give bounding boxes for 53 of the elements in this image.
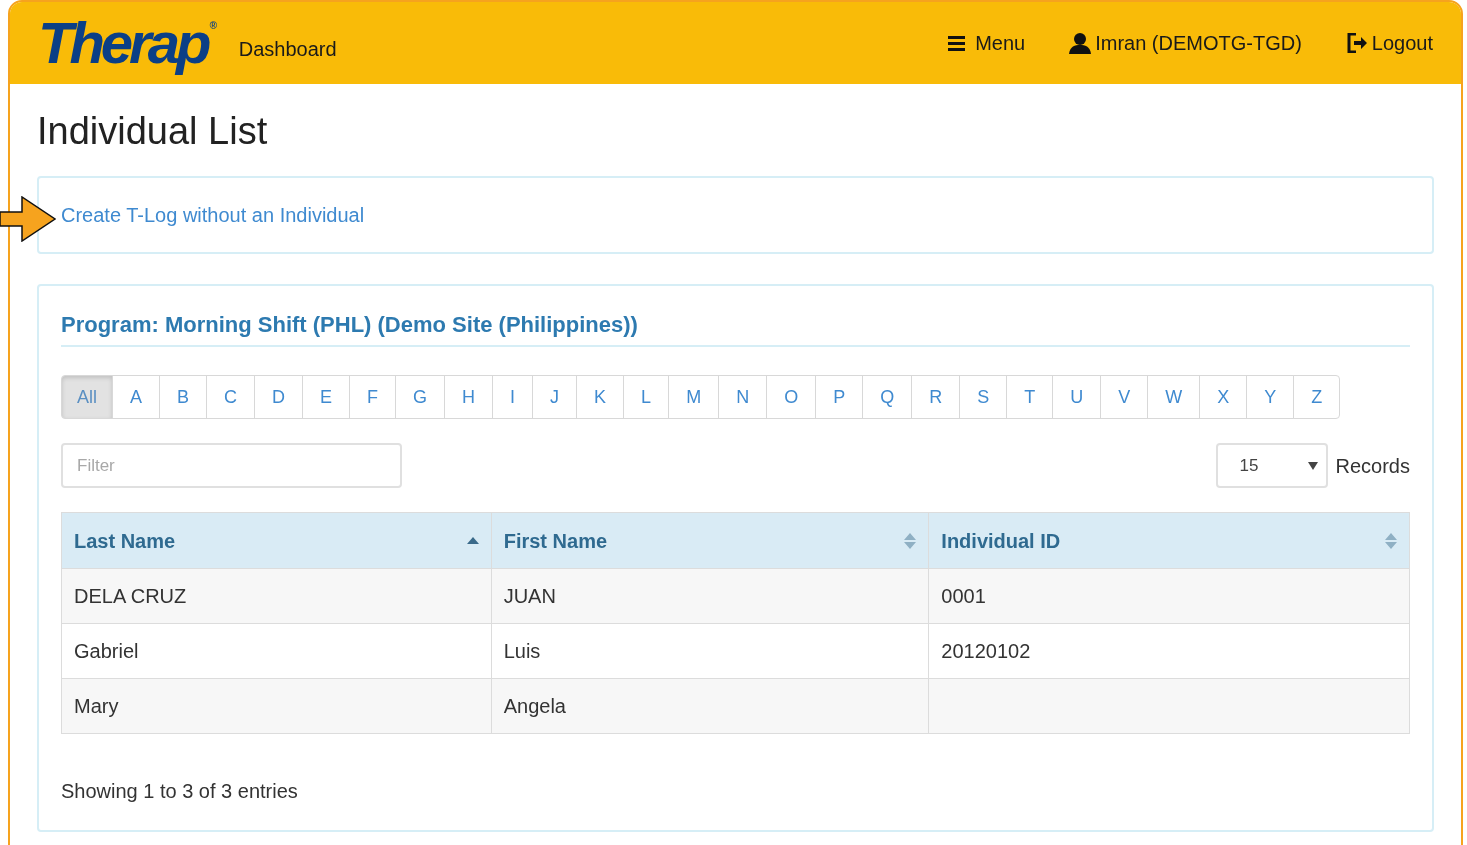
column-header[interactable]: Last Name	[61, 512, 492, 569]
table-cell: JUAN	[503, 585, 556, 607]
letter-filter-button[interactable]: W	[1147, 375, 1201, 419]
dashboard-link[interactable]: Dashboard	[238, 34, 337, 64]
letter-filter-button[interactable]: Z	[1293, 375, 1341, 419]
letter-filter-button[interactable]: V	[1100, 375, 1149, 419]
column-header[interactable]: First Name	[491, 512, 929, 569]
letter-filter-button[interactable]: X	[1199, 375, 1248, 419]
column-header[interactable]: Individual ID	[928, 512, 1410, 569]
logout-link[interactable]: Logout	[1345, 28, 1433, 58]
program-title: Program: Morning Shift (PHL) (Demo Site (Philippines))	[61, 308, 1410, 347]
menu-icon	[948, 35, 966, 51]
letter-filter-button[interactable]: All	[61, 375, 113, 419]
user-link[interactable]: Imran (DEMOTG-TGD)	[1069, 28, 1302, 58]
table-cell: 20120102	[941, 640, 1031, 662]
entries-summary: Showing 1 to 3 of 3 entries	[61, 779, 299, 804]
letter-filter-button[interactable]: I	[492, 375, 534, 419]
letter-filter-button[interactable]: U	[1052, 375, 1102, 419]
user-icon	[1069, 32, 1092, 54]
records-select[interactable]: 15	[1215, 443, 1328, 488]
letter-filter-button[interactable]: M	[668, 375, 720, 419]
logout-icon	[1345, 33, 1368, 53]
letter-filter-button[interactable]: N	[718, 375, 768, 419]
table-cell: DELA CRUZ	[74, 585, 187, 607]
table-cell: Angela	[503, 695, 566, 717]
letter-filter-button[interactable]: P	[815, 375, 864, 419]
letter-filter-button[interactable]: T	[1006, 375, 1054, 419]
create-tlog-link[interactable]: Create T-Log without an Individual	[61, 200, 365, 230]
letter-filter-button[interactable]: A	[112, 375, 161, 419]
menu-link[interactable]: Menu	[948, 28, 1026, 58]
letter-filter-button[interactable]: O	[766, 375, 817, 419]
letter-filter-button[interactable]: F	[349, 375, 397, 419]
page-title: Individual List	[37, 112, 269, 150]
letter-filter-button[interactable]: D	[254, 375, 304, 419]
table-cell: Gabriel	[74, 640, 139, 662]
letter-filter-button[interactable]: Y	[1246, 375, 1295, 419]
letter-filter-button[interactable]: K	[576, 375, 625, 419]
letter-filter-button[interactable]: L	[623, 375, 670, 419]
letter-filter-button[interactable]: H	[444, 375, 494, 419]
letter-filter-button[interactable]: B	[159, 375, 208, 419]
table-cell: 0001	[941, 585, 986, 607]
table-cell: Mary	[74, 695, 119, 717]
letter-filter-button[interactable]: Q	[862, 375, 913, 419]
records-label: Records	[1335, 453, 1410, 479]
dropdown-caret-icon	[1307, 461, 1318, 470]
letter-filter-button[interactable]: S	[959, 375, 1008, 419]
letter-filter-button[interactable]: C	[206, 375, 256, 419]
filter-field[interactable]: Filter	[61, 443, 402, 488]
letter-filter-button[interactable]: R	[911, 375, 961, 419]
letter-filter-button[interactable]: E	[302, 375, 351, 419]
table-cell: Luis	[503, 640, 541, 662]
letter-filter-button[interactable]: J	[532, 375, 578, 419]
letter-filter-button[interactable]: G	[395, 375, 446, 419]
